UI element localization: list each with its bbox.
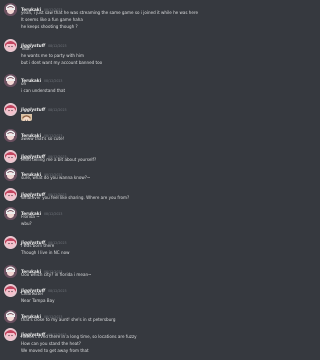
terukaki-avatar-icon[interactable] [4, 265, 17, 278]
jigglystuff-avatar-icon[interactable] [4, 284, 17, 297]
message-text: Whatever you feel like sharing. Where ar… [21, 195, 130, 200]
message-text: oh [21, 81, 27, 86]
message-text: How can you stand the heat? [21, 341, 81, 346]
terukaki-avatar-icon[interactable] [4, 74, 17, 87]
terukaki-avatar-icon[interactable] [4, 3, 17, 16]
jigglystuff-avatar-icon[interactable] [4, 328, 17, 341]
message-timestamp: 08/12/2023 [48, 108, 67, 112]
message-text: awww that's so cute! [21, 136, 65, 141]
message-text: I was born there [21, 243, 55, 248]
message-text: wbu? [21, 221, 32, 226]
message-text: Haven't lived there in a long time, so l… [21, 334, 137, 339]
message-text: yeah, i just saw that he was streaming t… [21, 10, 199, 15]
message-text: that's close to my aunt! she's in st pet… [21, 317, 116, 322]
message-text: Near Tampa Bay [21, 298, 55, 303]
message-text: he wants me to party with him [21, 53, 84, 58]
message-timestamp: 08/12/2023 [44, 212, 63, 216]
message-text: Though I live in NC now [21, 250, 70, 255]
message-text: Yeah [21, 46, 31, 51]
message-text: sure, what do you wanna know?~ [21, 175, 91, 180]
jigglystuff-avatar-icon[interactable] [4, 236, 17, 249]
jigglystuff-avatar-icon[interactable] [4, 150, 17, 163]
message-text: Ooo which city? in florida i mean~ [21, 272, 92, 277]
message-timestamp: 08/12/2023 [48, 44, 67, 48]
terukaki-avatar-icon[interactable] [4, 310, 17, 323]
jigglystuff-avatar-icon[interactable] [4, 39, 17, 52]
message-timestamp: 08/12/2023 [48, 289, 67, 293]
message-text: Clearwater [21, 291, 44, 296]
terukaki-avatar-icon[interactable] [4, 207, 17, 220]
message-text: We moved to get away from that [21, 348, 89, 353]
chat-message-list: Terukaki 08/12/2023 yeah, i just saw that… [0, 0, 268, 360]
message-text: he keeps shooting though ? [21, 24, 78, 29]
message-text: Mind telling me a bit about yourself? [21, 157, 97, 162]
message-timestamp: 08/12/2023 [44, 79, 63, 83]
message-text: but i dont want my account banned too [21, 60, 103, 65]
terukaki-avatar-icon[interactable] [4, 168, 17, 181]
message-text: i can understand that [21, 88, 66, 93]
jigglystuff-avatar-icon[interactable] [4, 188, 17, 201]
message-text: Florida ~ [21, 214, 40, 219]
jigglystuff-avatar-icon[interactable] [4, 103, 17, 116]
terukaki-avatar-icon[interactable] [4, 129, 17, 142]
message-text: It seems like a fun game haha [21, 17, 83, 22]
anime-sticker-image[interactable] [21, 110, 32, 121]
